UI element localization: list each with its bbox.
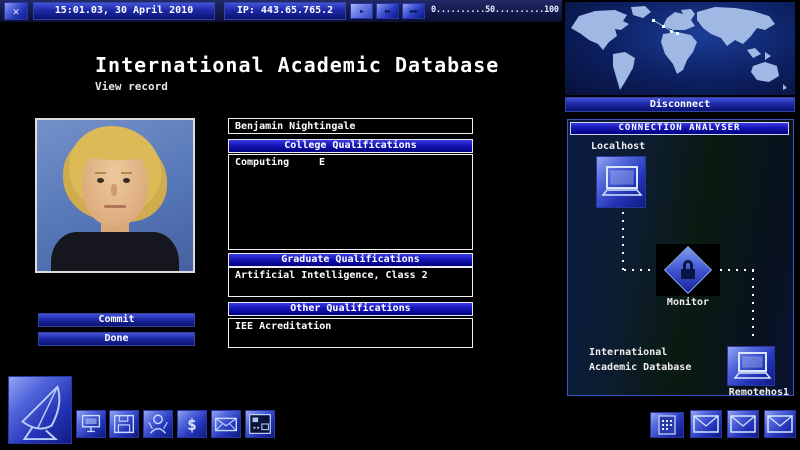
localhost-label: Localhost <box>591 141 645 152</box>
email-button[interactable] <box>211 410 241 438</box>
connection-analyser-header: CONNECTION ANALYSER <box>570 122 789 135</box>
email-notification-button[interactable] <box>690 410 722 438</box>
remote-host-label: Remotehos1 <box>729 387 789 398</box>
software-menu-button[interactable] <box>8 376 72 444</box>
envelope-icon <box>692 413 720 435</box>
memory-button[interactable] <box>109 410 139 438</box>
envelope-open-icon <box>212 410 240 438</box>
remote-system-name: Academic Database <box>589 362 691 373</box>
monitor-security-node <box>656 244 720 296</box>
disconnect-button[interactable]: Disconnect <box>565 97 795 112</box>
status-button[interactable] <box>143 410 173 438</box>
fastest-button[interactable]: ▶▶▶ <box>402 3 425 19</box>
email-notification-button[interactable] <box>727 410 759 438</box>
envelope-icon <box>766 413 794 435</box>
commit-button[interactable]: Commit <box>38 313 195 327</box>
fast-forward-icon: ▶▶ <box>385 8 390 15</box>
news-notification-button[interactable] <box>650 412 684 438</box>
play-button[interactable]: ▶ <box>350 3 373 19</box>
qualification-subject: Artificial Intelligence, Class 2 <box>235 270 428 281</box>
envelope-icon <box>729 413 757 435</box>
uplink-screen: ✕ 15:01.03, 30 April 2010 IP: 443.65.765… <box>0 0 800 450</box>
college-qualifications-field[interactable]: Computing E <box>228 154 473 250</box>
monitor-icon <box>77 410 105 438</box>
world-map-graphic <box>565 2 795 95</box>
connection-line <box>622 212 624 270</box>
gateway-button[interactable] <box>245 410 275 438</box>
world-map[interactable] <box>565 2 795 95</box>
ip-display: IP: 443.65.765.2 <box>224 2 346 20</box>
remote-computer-icon <box>727 346 775 386</box>
photo-brow <box>121 172 132 174</box>
photo-fringe <box>79 134 151 160</box>
connection-analyser-panel: CONNECTION ANALYSER Localhost Monitor In… <box>567 119 794 396</box>
section-header-other: Other Qualifications <box>228 302 473 316</box>
cpu-usage-gauge: 0..........50..........100 <box>431 5 559 15</box>
top-bar: ✕ 15:01.03, 30 April 2010 IP: 443.65.765… <box>0 0 562 22</box>
qualification-subject: Computing <box>235 157 313 168</box>
name-field[interactable]: Benjamin Nightingale <box>228 118 473 134</box>
photo-shirt <box>51 232 179 273</box>
section-header-graduate: Graduate Qualifications <box>228 253 473 267</box>
person-icon <box>144 410 172 438</box>
close-button[interactable]: ✕ <box>4 2 28 20</box>
fastest-icon: ▶▶▶ <box>410 8 418 15</box>
monitor-label: Monitor <box>656 297 720 308</box>
other-qualifications-field[interactable]: IEE Acreditation <box>228 318 473 348</box>
connection-line <box>624 269 660 271</box>
localhost-computer-icon <box>596 156 646 208</box>
finance-button[interactable]: $ <box>177 410 207 438</box>
hardware-button[interactable] <box>76 410 106 438</box>
photo-brow <box>95 172 106 174</box>
page-title: International Academic Database <box>95 53 499 77</box>
floppy-disk-icon <box>110 410 138 438</box>
play-icon: ▶ <box>360 8 363 15</box>
connection-line <box>752 270 754 342</box>
photo-eye <box>97 178 104 183</box>
photo-eye <box>123 178 130 183</box>
dollar-icon: $ <box>187 415 197 434</box>
fast-forward-button[interactable]: ▶▶ <box>376 3 399 19</box>
photo-nose <box>111 184 117 196</box>
close-icon: ✕ <box>13 5 20 18</box>
remote-system-name: International <box>589 347 667 358</box>
qualification-grade: E <box>319 157 325 168</box>
satellite-dish-icon <box>9 377 71 443</box>
memo-icon <box>655 414 679 436</box>
record-photo <box>35 118 195 273</box>
qualification-subject: IEE Acreditation <box>235 321 331 332</box>
graduate-qualifications-field[interactable]: Artificial Intelligence, Class 2 <box>228 267 473 297</box>
done-button[interactable]: Done <box>38 332 195 346</box>
section-header-college: College Qualifications <box>228 139 473 153</box>
connection-line <box>720 269 754 271</box>
circuit-board-icon <box>246 410 274 438</box>
email-notification-button[interactable] <box>764 410 796 438</box>
datetime-display: 15:01.03, 30 April 2010 <box>33 2 215 20</box>
lock-icon <box>679 260 697 278</box>
photo-mouth <box>104 205 126 208</box>
page-subtitle: View record <box>95 80 168 93</box>
